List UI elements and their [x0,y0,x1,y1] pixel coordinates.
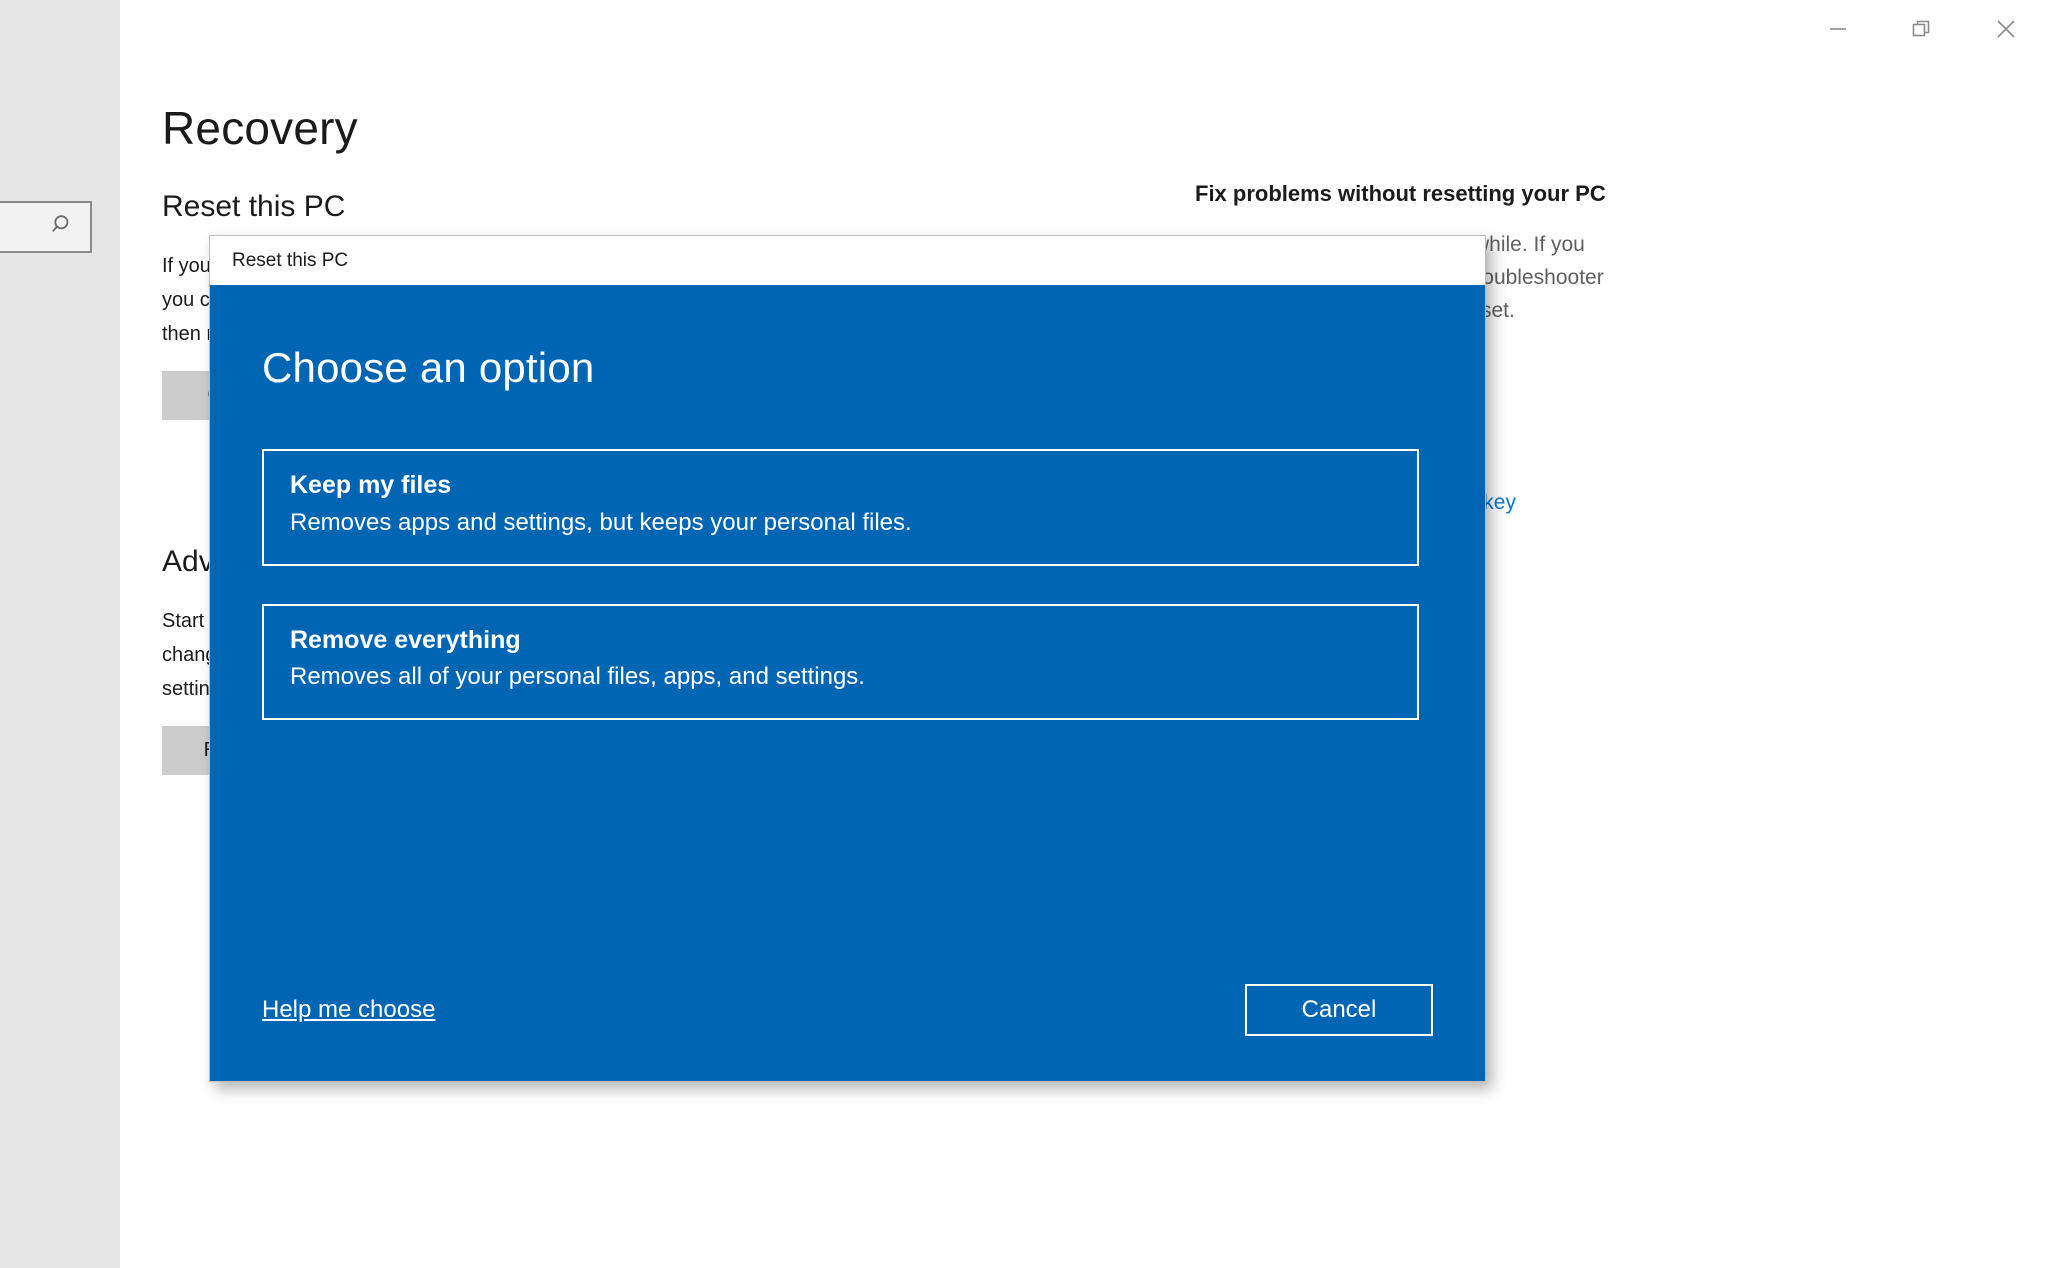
dialog-body: Choose an option Keep my files Removes a… [210,285,1485,1081]
dialog-footer: Help me choose Cancel [262,981,1433,1039]
option-remove-everything[interactable]: Remove everything Removes all of your pe… [262,604,1419,721]
help-me-choose-link[interactable]: Help me choose [262,996,435,1024]
page-title: Recovery [162,105,358,151]
option-remove-everything-description: Removes all of your personal files, apps… [290,663,1391,692]
aside-heading-fix-problems: Fix problems without resetting your PC [1195,180,1625,208]
search-input[interactable] [0,201,92,253]
nav-rail [0,0,120,1268]
cancel-button[interactable]: Cancel [1245,984,1433,1036]
option-keep-my-files[interactable]: Keep my files Removes apps and settings,… [262,449,1419,566]
search-icon [50,212,76,243]
option-remove-everything-title: Remove everything [290,626,1391,655]
dialog-title: Reset this PC [232,250,348,272]
option-keep-my-files-description: Removes apps and settings, but keeps you… [290,509,1391,538]
dialog-titlebar: Reset this PC [210,236,1485,285]
section-heading-reset: Reset this PC [162,190,802,223]
option-keep-my-files-title: Keep my files [290,471,1391,500]
dialog-heading: Choose an option [262,347,594,389]
option-list: Keep my files Removes apps and settings,… [262,449,1419,758]
reset-this-pc-dialog: Reset this PC Choose an option Keep my f… [209,235,1486,1082]
settings-window: Recovery Reset this PC If your PC isn't … [0,0,2048,1268]
